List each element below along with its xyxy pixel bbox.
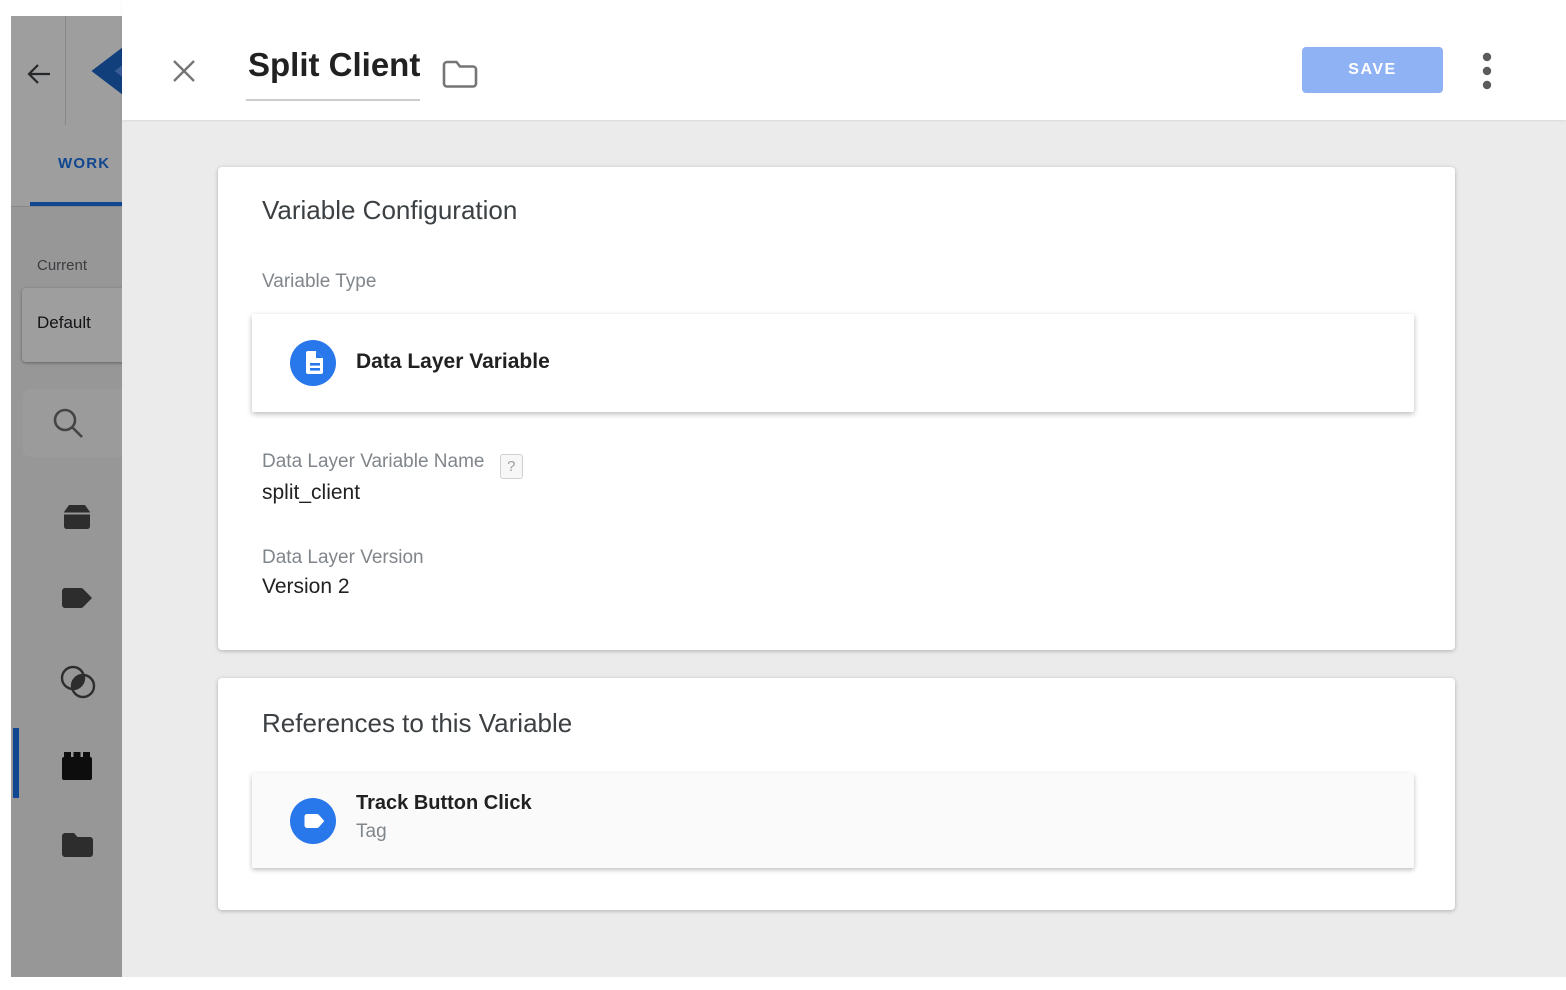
reference-item-type: Tag (356, 821, 387, 843)
data-layer-variable-name-label: Data Layer Variable Name (262, 451, 484, 472)
data-layer-variable-name-row: Data Layer Variable Name ? (262, 451, 523, 479)
variable-editor-panel: Split Client SAVE Variable Configuration… (122, 0, 1566, 990)
data-layer-variable-name-value: split_client (262, 481, 360, 505)
dimmed-workspace-window: WORK Current Default (11, 16, 122, 977)
modal-scrim (11, 16, 122, 977)
reference-item-title: Track Button Click (356, 792, 532, 815)
variable-title-field[interactable]: Split Client (248, 46, 420, 84)
move-to-folder-icon[interactable] (440, 58, 480, 90)
variable-type-selector[interactable]: Data Layer Variable (252, 314, 1414, 412)
editor-header: Split Client SAVE (122, 0, 1566, 120)
references-heading: References to this Variable (262, 708, 572, 739)
data-layer-version-label: Data Layer Version (262, 547, 424, 569)
variable-type-label: Variable Type (262, 271, 376, 293)
more-options-kebab-icon[interactable] (1478, 49, 1496, 93)
variable-type-name: Data Layer Variable (356, 350, 550, 374)
variable-configuration-card: Variable Configuration Variable Type Dat… (218, 167, 1455, 650)
help-icon[interactable]: ? (500, 454, 523, 479)
references-card: References to this Variable Track Button… (218, 678, 1455, 910)
reference-item-row[interactable]: Track Button Click Tag (252, 773, 1414, 868)
config-card-heading: Variable Configuration (262, 195, 517, 226)
tag-reference-icon (290, 798, 336, 844)
window-bottom-edge (0, 977, 1566, 990)
save-button[interactable]: SAVE (1302, 47, 1443, 93)
gtm-variable-editor-screen: WORK Current Default (0, 0, 1566, 990)
data-layer-variable-icon (290, 340, 336, 386)
close-icon[interactable] (170, 57, 198, 85)
title-underline (246, 99, 420, 101)
data-layer-version-value: Version 2 (262, 575, 350, 599)
